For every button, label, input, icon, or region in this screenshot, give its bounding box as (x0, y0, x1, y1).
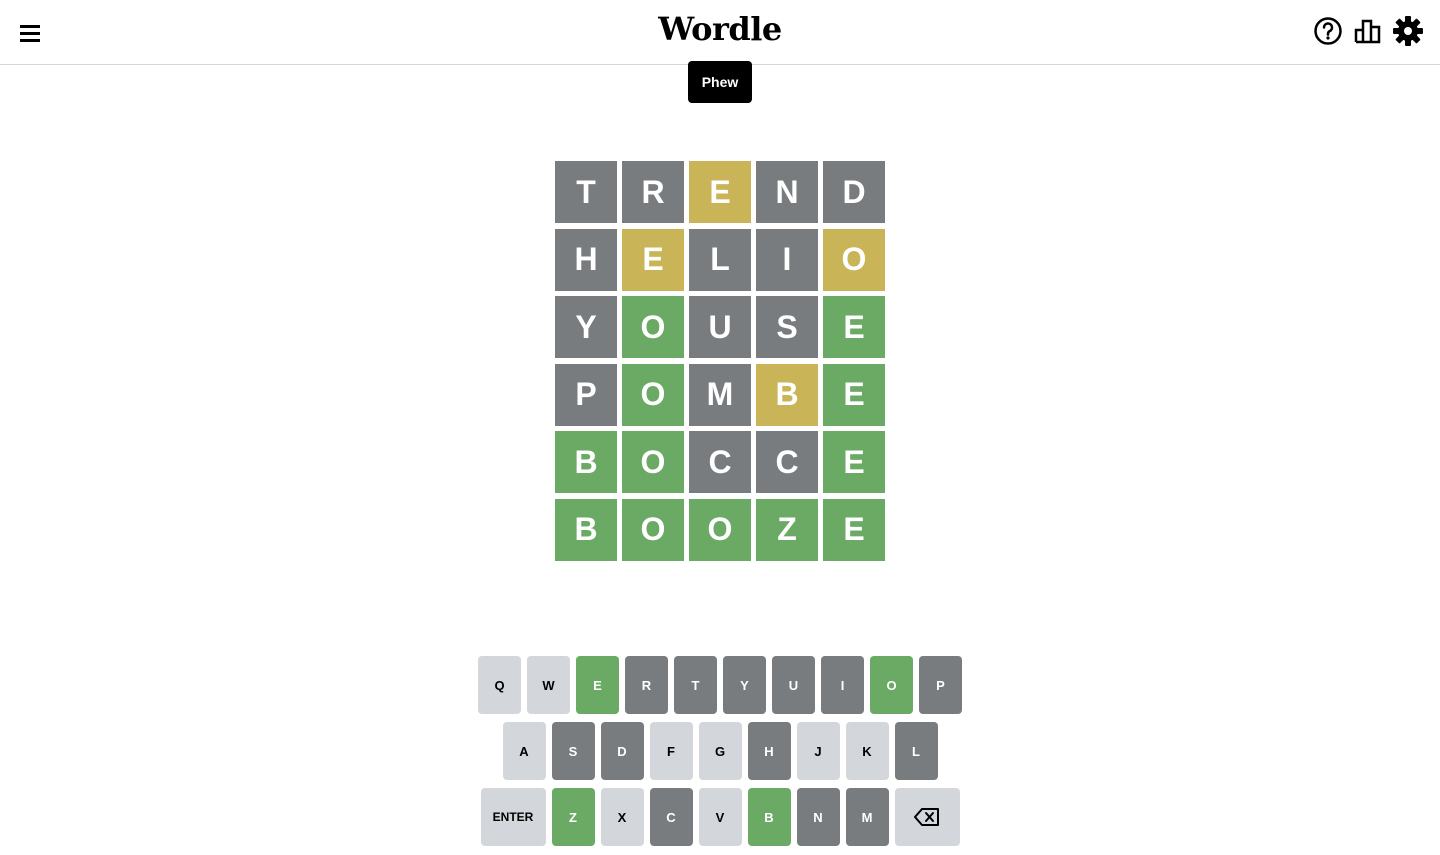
keyboard-row: qwertyuiop (0, 656, 1440, 714)
backspace-key[interactable] (894, 788, 960, 846)
board-tile: L (689, 228, 751, 291)
key-z[interactable]: z (551, 788, 595, 846)
board-tile: E (689, 161, 751, 223)
board-tile: D (823, 161, 885, 223)
board-tile: M (689, 363, 751, 426)
key-g[interactable]: g (698, 722, 742, 780)
key-c[interactable]: c (649, 788, 693, 846)
gear-icon[interactable] (1392, 15, 1424, 47)
key-d[interactable]: d (600, 722, 644, 780)
board-tile: E (823, 296, 885, 359)
board-tile: B (555, 431, 617, 494)
key-l[interactable]: l (894, 722, 938, 780)
key-k[interactable]: k (845, 722, 889, 780)
board-tile: C (756, 431, 818, 494)
board-tile: U (689, 296, 751, 359)
key-j[interactable]: j (796, 722, 840, 780)
page-title: Wordle (658, 10, 782, 48)
toast-message: Phew (688, 61, 752, 103)
board-tile: E (823, 431, 885, 494)
key-n[interactable]: n (796, 788, 840, 846)
app-header: Wordle (0, 0, 1440, 65)
key-p[interactable]: p (919, 656, 962, 714)
board-tile: T (555, 161, 617, 223)
keyboard: q w e r t y u i o p a s d f g h j k l enter z x c v b n m (0, 656, 1440, 854)
key-q[interactable]: q (478, 656, 521, 714)
board-tile: P (555, 363, 617, 426)
board-tile: Y (555, 296, 617, 359)
key-e[interactable]: e (576, 656, 619, 714)
key-m[interactable]: m (845, 788, 889, 846)
key-enter[interactable]: enter (480, 788, 546, 846)
keyboard-row: asdfghjkl (0, 722, 1440, 780)
key-t[interactable]: t (674, 656, 717, 714)
game-board: TRENDHELIOYOUSEPOMBEBOCCEBOOZE (555, 161, 885, 561)
board-tile: E (622, 228, 684, 291)
key-u[interactable]: u (772, 656, 815, 714)
key-o[interactable]: o (870, 656, 913, 714)
board-tile: B (756, 363, 818, 426)
board-tile: O (823, 228, 885, 291)
board-tile: B (555, 498, 617, 561)
help-icon[interactable] (1312, 15, 1344, 47)
key-v[interactable]: v (698, 788, 742, 846)
board-tile: R (622, 161, 684, 223)
board-tile: O (689, 498, 751, 561)
board-tile: N (756, 161, 818, 223)
backspace-icon (914, 808, 939, 826)
key-s[interactable]: s (551, 722, 595, 780)
board-tile: O (622, 498, 684, 561)
board-tile: O (622, 363, 684, 426)
board-tile: H (555, 228, 617, 291)
key-x[interactable]: x (600, 788, 644, 846)
stats-icon[interactable] (1352, 15, 1384, 47)
board-tile: O (622, 296, 684, 359)
board-tile: I (756, 228, 818, 291)
board-tile: O (622, 431, 684, 494)
key-b[interactable]: b (747, 788, 791, 846)
key-y[interactable]: y (723, 656, 766, 714)
key-f[interactable]: f (649, 722, 693, 780)
key-a[interactable]: a (502, 722, 546, 780)
key-i[interactable]: i (821, 656, 864, 714)
board-tile: S (756, 296, 818, 359)
keyboard-row: enter z x c v b n m (0, 788, 1440, 846)
key-w[interactable]: w (527, 656, 570, 714)
header-icons (1312, 15, 1424, 47)
key-r[interactable]: r (625, 656, 668, 714)
board-tile: Z (756, 498, 818, 561)
board-tile: E (823, 363, 885, 426)
board-tile: E (823, 498, 885, 561)
board-tile: C (689, 431, 751, 494)
key-h[interactable]: h (747, 722, 791, 780)
